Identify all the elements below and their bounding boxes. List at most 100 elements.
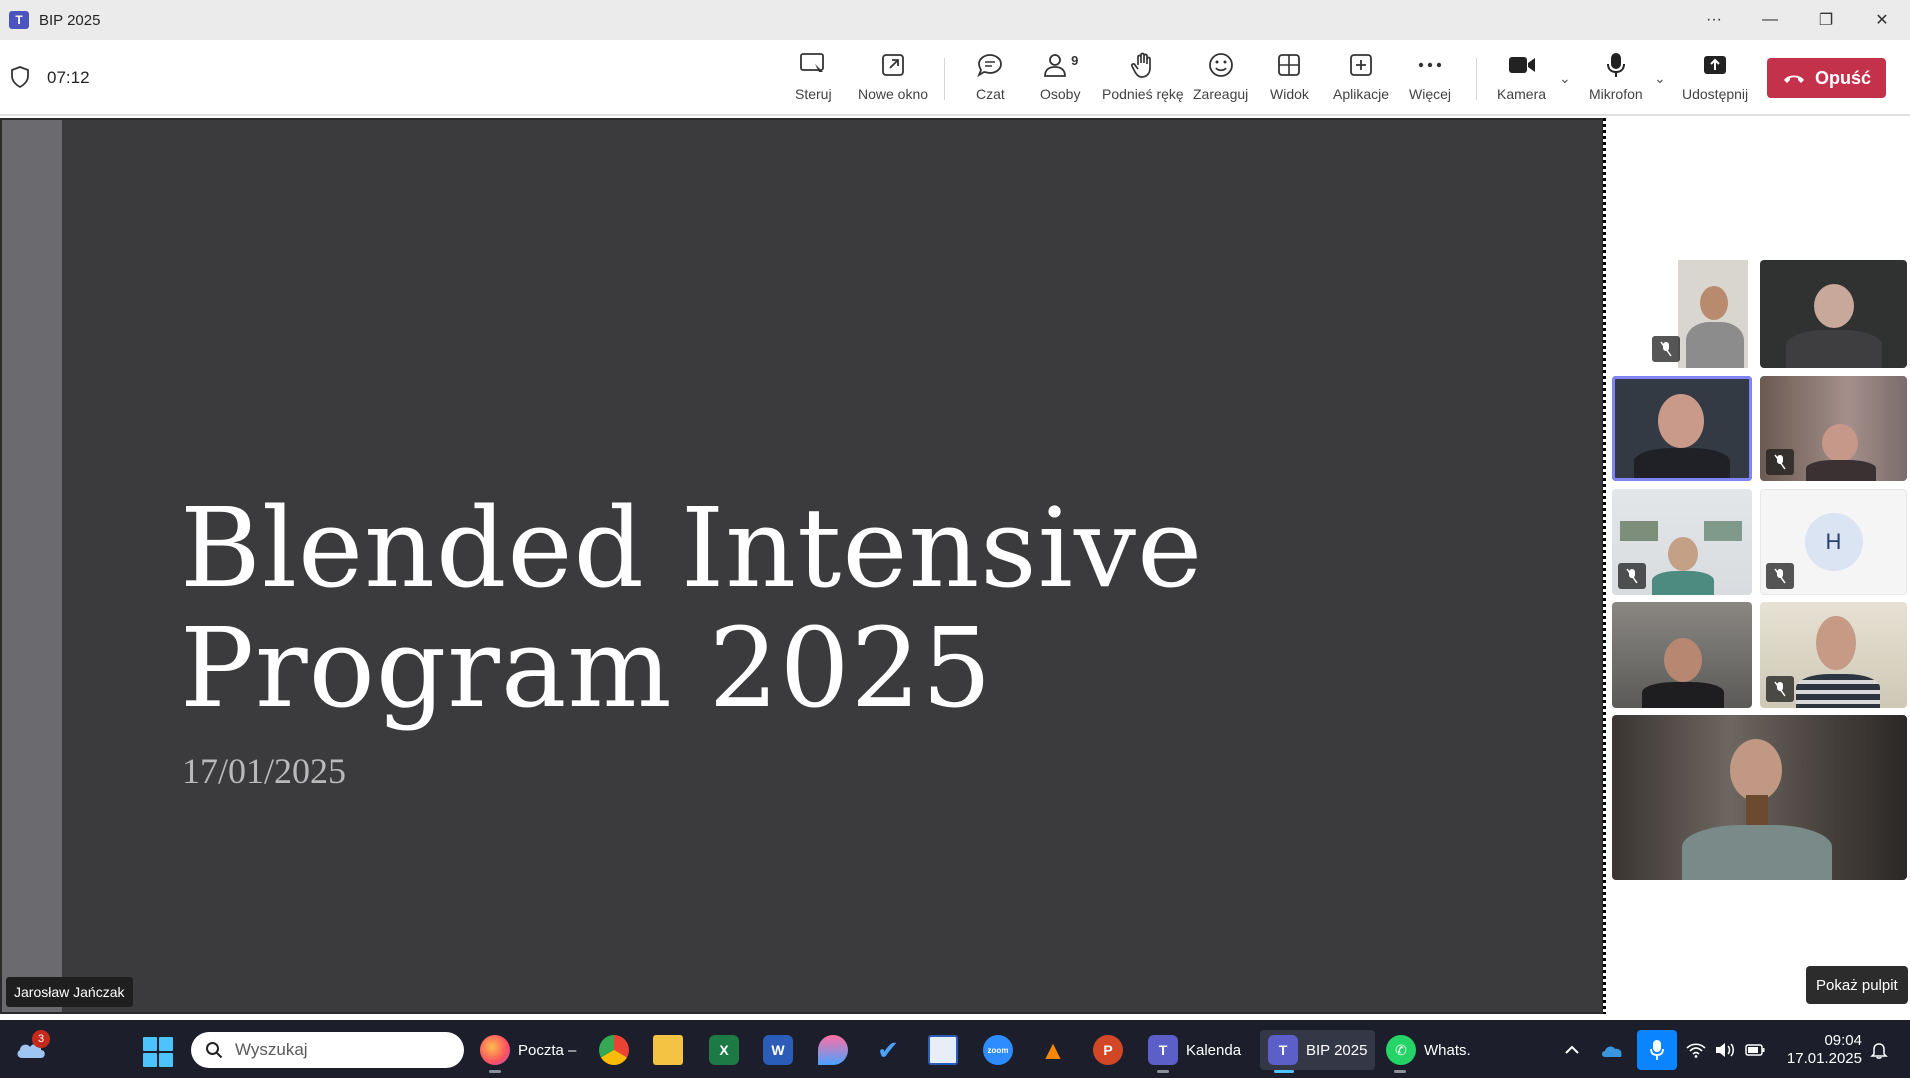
running-indicator: [1157, 1070, 1169, 1073]
camera-button[interactable]: Kamera: [1497, 50, 1546, 108]
participant-face: [1822, 424, 1858, 462]
maximize-button[interactable]: ❐: [1798, 0, 1854, 40]
slide-title: Blended Intensive Program 2025: [180, 488, 1203, 728]
toolbar-divider: [1476, 58, 1477, 100]
participant-tile[interactable]: [1646, 260, 1751, 368]
taskbar-app-zoom[interactable]: zoom: [983, 1030, 1013, 1070]
participant-face: [1664, 638, 1702, 682]
meeting-timer: 07:12: [47, 68, 90, 87]
search-icon: [206, 1042, 223, 1059]
mic-button[interactable]: Mikrofon: [1589, 50, 1643, 108]
participant-tile[interactable]: [1612, 715, 1907, 880]
taskbar-app-excel[interactable]: X: [709, 1030, 739, 1070]
active-speaker-ring: [1612, 376, 1752, 481]
show-desktop-tooltip: Pokaż pulpit: [1806, 966, 1908, 1004]
taskbar-app-teams-calendar[interactable]: T Kalenda: [1148, 1030, 1241, 1070]
react-button[interactable]: Zareaguj: [1193, 50, 1248, 108]
taskbar-app-vlc[interactable]: ▲: [1038, 1030, 1068, 1070]
chrome-icon: [599, 1035, 629, 1065]
participant-gallery: H: [1606, 118, 1910, 1014]
participant-tile[interactable]: H: [1760, 489, 1907, 595]
grid-view-icon: [1278, 54, 1301, 76]
leave-label: Opuść: [1814, 67, 1871, 88]
participant-tile[interactable]: [1760, 602, 1907, 708]
checkmark-icon: ✔: [877, 1034, 899, 1065]
battery-icon[interactable]: [1744, 1032, 1766, 1068]
running-indicator: [489, 1070, 501, 1073]
hand-icon: [1130, 52, 1151, 78]
notification-badge: 3: [32, 1030, 50, 1048]
clock-date: 17.01.2025: [1786, 1050, 1862, 1067]
microphone-icon: [1606, 53, 1625, 77]
smiley-icon: [1208, 53, 1233, 77]
title-bar: T BIP 2025 ··· — ❐ ✕: [0, 0, 1910, 40]
slide-title-line-1: Blended Intensive: [180, 484, 1204, 612]
drop-icon: [818, 1035, 848, 1065]
participant-body: [1806, 460, 1876, 481]
vlc-cone-icon: ▲: [1040, 1034, 1066, 1065]
close-button[interactable]: ✕: [1854, 0, 1910, 40]
people-icon: [1044, 54, 1067, 77]
taskbar-app-paint[interactable]: [818, 1030, 848, 1070]
app-label: Kalenda: [1186, 1041, 1242, 1059]
mic-options-chevron-down-icon[interactable]: ⌄: [1654, 70, 1666, 87]
taskbar-app-teams-meeting[interactable]: T BIP 2025: [1260, 1030, 1376, 1070]
share-button[interactable]: Udostępnij: [1682, 50, 1748, 108]
windows-taskbar: 3 Wyszukaj Poczta – X W ✔ zoom ▲ P T Kal…: [0, 1020, 1910, 1078]
control-label: Steruj: [795, 86, 832, 102]
people-label: Osoby: [1040, 86, 1081, 102]
wifi-icon[interactable]: [1686, 1032, 1706, 1068]
raise-hand-button[interactable]: Podnieś rękę: [1102, 50, 1184, 108]
control-button[interactable]: Steruj: [795, 50, 832, 108]
more-button[interactable]: Więcej: [1409, 50, 1451, 108]
raise-hand-label: Podnieś rękę: [1102, 86, 1184, 102]
search-placeholder: Wyszukaj: [235, 1040, 308, 1059]
view-button[interactable]: Widok: [1270, 50, 1309, 108]
taskbar-app-whatsapp[interactable]: ✆ Whats.: [1386, 1030, 1471, 1070]
taskbar-app-snipping[interactable]: [928, 1030, 958, 1070]
participant-tile[interactable]: [1612, 489, 1752, 595]
whatsapp-icon: ✆: [1386, 1035, 1416, 1065]
taskbar-app-chrome[interactable]: [599, 1030, 629, 1070]
participant-face: [1814, 284, 1854, 328]
apps-button[interactable]: Aplikacje: [1333, 50, 1389, 108]
camera-options-chevron-down-icon[interactable]: ⌄: [1559, 70, 1571, 87]
presentation-slide: Blended Intensive Program 2025 17/01/202…: [2, 120, 1602, 1012]
more-options-button[interactable]: ···: [1686, 0, 1742, 40]
participant-face: [1816, 616, 1856, 670]
taskbar-search-box[interactable]: Wyszukaj: [191, 1032, 464, 1068]
chat-button[interactable]: Czat: [976, 50, 1005, 108]
muted-mic-icon: [1766, 563, 1794, 589]
participant-tile[interactable]: [1760, 376, 1907, 481]
people-button[interactable]: 9 Osoby: [1040, 50, 1080, 108]
participant-tile[interactable]: [1612, 602, 1752, 708]
new-window-button[interactable]: Nowe okno: [858, 50, 928, 108]
apps-label: Aplikacje: [1333, 86, 1390, 102]
camera-icon: [1508, 57, 1535, 73]
wall-picture: [1704, 521, 1742, 541]
shared-content-stage: Blended Intensive Program 2025 17/01/202…: [0, 118, 1605, 1014]
notifications-bell-icon[interactable]: [1870, 1032, 1888, 1068]
new-window-label: Nowe okno: [858, 86, 929, 102]
tray-microphone-icon[interactable]: [1637, 1030, 1677, 1070]
participant-face: [1730, 739, 1782, 801]
taskbar-clock[interactable]: 09:04 17.01.2025: [1780, 1032, 1862, 1068]
taskbar-app-todo[interactable]: ✔: [873, 1030, 903, 1070]
taskbar-app-firefox-mail[interactable]: Poczta –: [480, 1030, 576, 1070]
tray-overflow-chevron-up-icon[interactable]: [1564, 1032, 1580, 1068]
volume-icon[interactable]: [1714, 1032, 1736, 1068]
start-button-windows-icon[interactable]: [143, 1037, 173, 1067]
taskbar-app-powerpoint[interactable]: P: [1093, 1030, 1123, 1070]
taskbar-app-explorer[interactable]: [653, 1030, 683, 1070]
taskbar-app-word[interactable]: W: [763, 1030, 793, 1070]
people-count: 9: [1071, 52, 1079, 68]
slide-date: 17/01/2025: [182, 751, 347, 791]
onedrive-cloud-icon[interactable]: [1600, 1032, 1624, 1068]
leave-button[interactable]: Opuść: [1767, 58, 1886, 98]
mic-label: Mikrofon: [1589, 86, 1643, 102]
participant-tile[interactable]: [1760, 260, 1907, 368]
minimize-button[interactable]: —: [1742, 0, 1798, 40]
participant-tile-active-speaker[interactable]: [1612, 376, 1752, 481]
folder-icon: [653, 1035, 683, 1065]
clock-time: 09:04: [1824, 1032, 1862, 1049]
